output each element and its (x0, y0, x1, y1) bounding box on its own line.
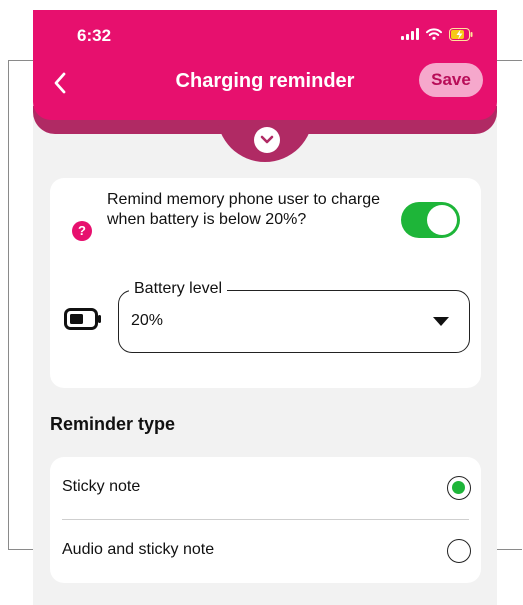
battery-charging-icon (449, 27, 473, 41)
help-icon[interactable]: ? (72, 221, 92, 241)
cellular-signal-icon (401, 28, 419, 40)
reminder-question: Remind memory phone user to charge when … (107, 191, 381, 228)
dropdown-arrow-icon (433, 317, 449, 326)
frame-bracket-right-top (496, 60, 522, 61)
save-button[interactable]: Save (419, 63, 483, 97)
option-label: Sticky note (62, 478, 141, 495)
radio-sticky-note[interactable] (447, 476, 471, 500)
wifi-icon (426, 28, 442, 40)
reminder-type-heading: Reminder type (50, 414, 176, 434)
reminder-toggle[interactable] (401, 202, 460, 238)
battery-level-label: Battery level (129, 280, 228, 298)
battery-level-value: 20% (131, 312, 164, 329)
option-audio-and-sticky-note[interactable]: Audio and sticky note (50, 520, 481, 582)
chevron-down-icon (260, 135, 274, 144)
frame-bracket-left (8, 60, 34, 550)
status-icons (401, 27, 473, 41)
status-time: 6:32 (77, 26, 112, 45)
status-bar: 6:32 (33, 10, 497, 50)
phone-screen: 6:32 Charging reminder Save ? Remind mem… (33, 10, 497, 605)
expand-button[interactable] (254, 127, 280, 153)
option-sticky-note[interactable]: Sticky note (50, 457, 481, 519)
battery-icon (64, 308, 102, 335)
radio-audio-and-sticky-note[interactable] (447, 539, 471, 563)
reminder-settings-card: ? Remind memory phone user to charge whe… (50, 178, 481, 388)
reminder-type-card: Sticky note Audio and sticky note (50, 457, 481, 583)
radio-selected-dot (452, 481, 465, 494)
app-header: 6:32 Charging reminder Save (33, 10, 497, 120)
toggle-knob (427, 205, 457, 235)
option-label: Audio and sticky note (62, 541, 215, 558)
frame-bracket-right-bottom (496, 549, 522, 550)
battery-level-select[interactable]: Battery level 20% (118, 280, 470, 353)
